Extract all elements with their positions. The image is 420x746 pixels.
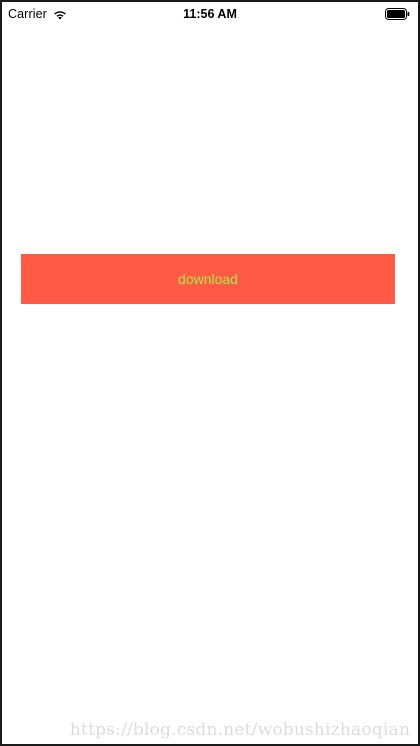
status-bar: Carrier 11:56 AM [2,2,418,26]
battery-icon [385,8,410,20]
watermark-text: https://blog.csdn.net/wobushizhaoqian [69,720,410,740]
device-screen: Carrier 11:56 AM download https://blog.c… [2,2,418,744]
download-button[interactable]: download [21,254,395,304]
status-time: 11:56 AM [183,7,237,21]
download-button-label: download [178,271,238,287]
